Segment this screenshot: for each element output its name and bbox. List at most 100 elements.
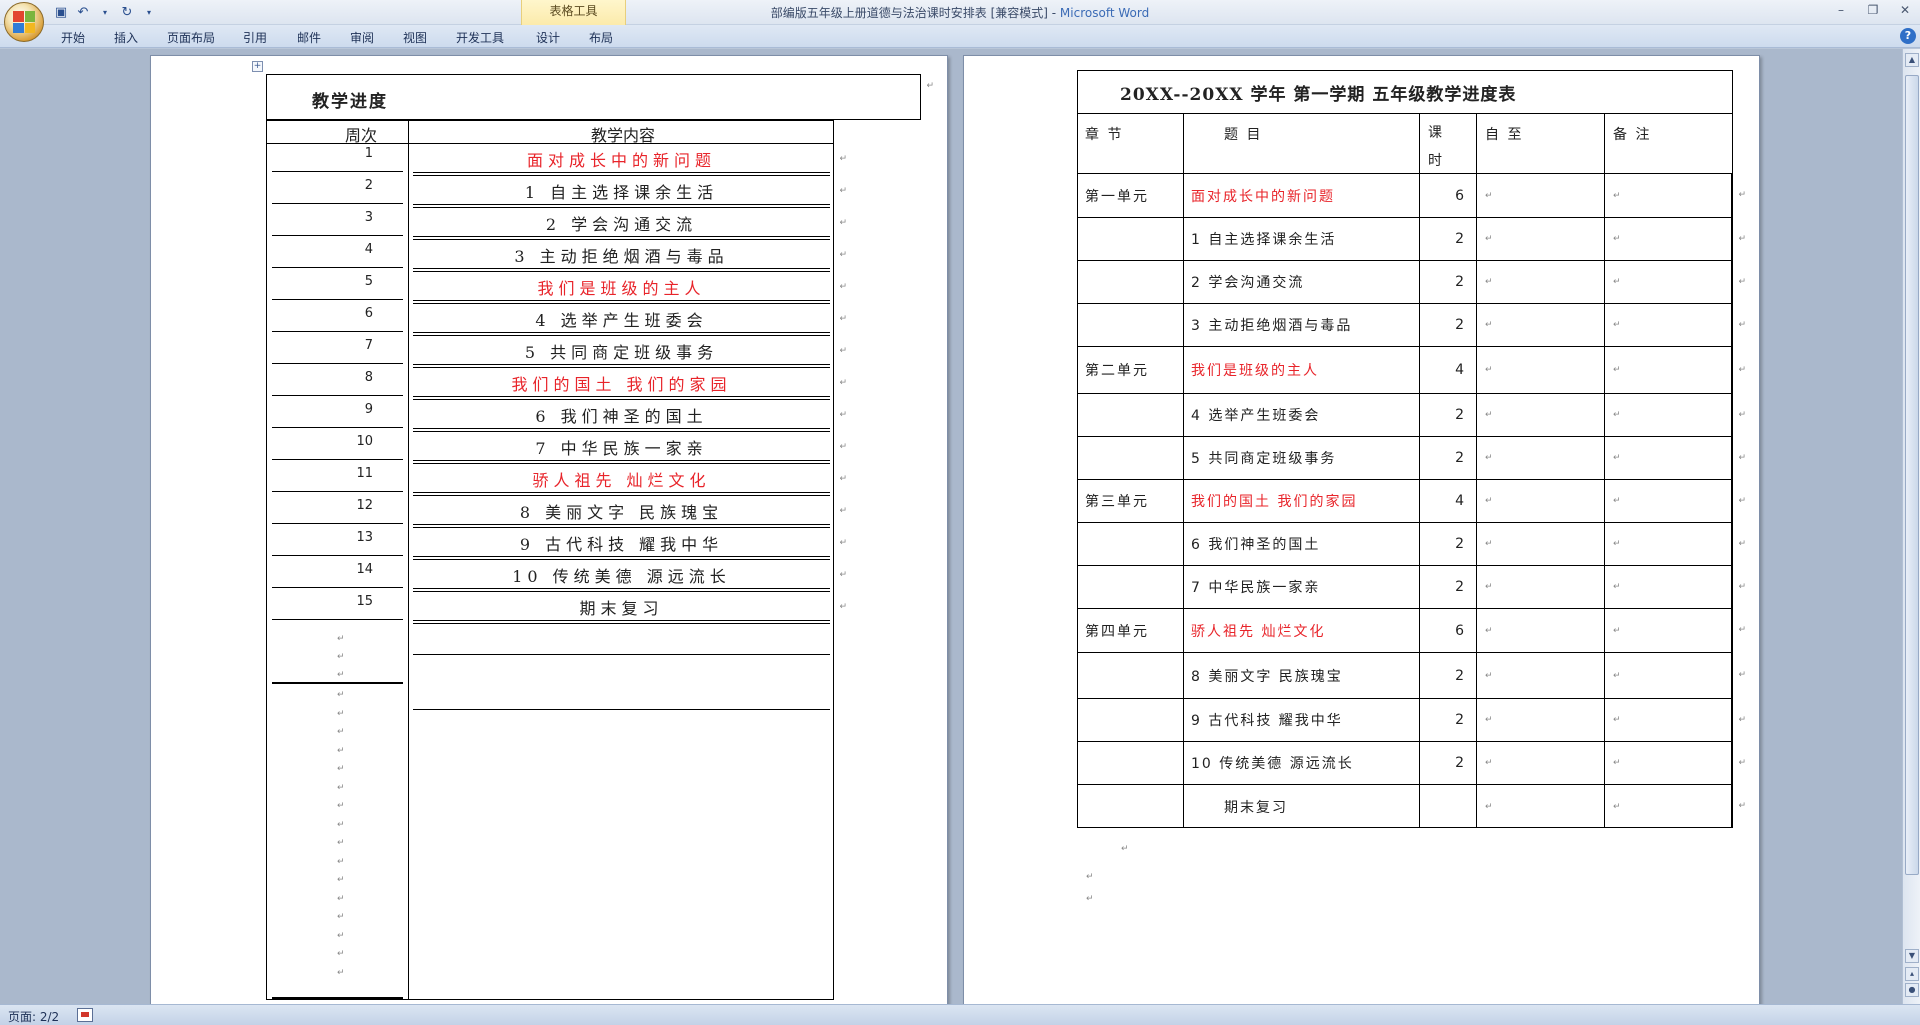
cell-underline [272, 331, 403, 332]
topic-cell: 8 美丽文字 民族瑰宝 [1184, 653, 1420, 698]
tab-insert[interactable]: 插入 [114, 29, 138, 46]
progress-table[interactable]: 20XX--20XX 学年 第一学期 五年级教学进度表 章 节 题 目 课 时 … [1077, 70, 1746, 828]
tab-page-layout[interactable]: 页面布局 [167, 29, 215, 46]
topic-label: 1 自主选择课余生活 [1191, 232, 1337, 248]
cell-underline [272, 997, 403, 999]
vertical-scrollbar[interactable]: ▲ ▼ ▴ ● [1902, 49, 1920, 1004]
notes-cell: ↵ [1605, 566, 1732, 608]
topic-cell: 我们是班级的主人 [1184, 347, 1420, 393]
cell-underline [272, 682, 403, 684]
scroll-up-icon[interactable]: ▲ [1905, 53, 1919, 67]
office-button[interactable] [4, 2, 44, 42]
cell-underline [272, 619, 403, 620]
status-bar: 页面: 2/2 [0, 1004, 1920, 1025]
cell-underline [413, 556, 830, 557]
tab-home[interactable]: 开始 [61, 29, 85, 46]
end-of-row-mark: ↵ [1738, 496, 1746, 506]
table-row: 10 7 中华民族一家亲 ↵ [267, 432, 847, 464]
hours-value: 2 [1455, 579, 1466, 595]
end-of-row-mark: ↵ [839, 378, 847, 388]
tab-review[interactable]: 审阅 [350, 29, 374, 46]
cell-underline [413, 332, 830, 333]
proofing-status-icon[interactable] [77, 1008, 93, 1022]
hours-cell: 2 [1420, 304, 1477, 346]
week-number: 14 [356, 562, 373, 577]
cell-underline [413, 623, 830, 624]
cell-underline [413, 588, 830, 589]
paragraph-mark: ↵ [1485, 715, 1495, 725]
end-of-row-mark: ↵ [1738, 365, 1746, 375]
table-row: 9 古代科技 耀我中华 2 ↵ ↵ ↵ [1078, 699, 1746, 742]
chapter-cell: 第三单元 [1078, 480, 1184, 522]
hours-value: 2 [1455, 274, 1466, 290]
cell-underline [413, 364, 830, 365]
topic-label: 5 共同商定班级事务 [1191, 451, 1337, 467]
minimize-icon[interactable]: – [1832, 2, 1850, 18]
cell-underline [413, 300, 830, 301]
week-number: 8 [364, 370, 373, 385]
tab-layout[interactable]: 布局 [589, 29, 613, 46]
end-of-row-mark: ↵ [839, 314, 847, 324]
table-row: 14 10 传统美德 源远流长 ↵ [267, 560, 847, 592]
table-row: 1 面对成长中的新问题 ↵ [267, 144, 847, 176]
paragraph-mark: ↵ [1485, 365, 1495, 375]
chapter-cell [1078, 218, 1184, 260]
table-row: 4 选举产生班委会 2 ↵ ↵ ↵ [1078, 394, 1746, 437]
topic-label: 期末复习 [1224, 799, 1288, 816]
help-icon[interactable]: ? [1900, 28, 1916, 44]
tab-references[interactable]: 引用 [243, 29, 267, 46]
previous-page-icon[interactable]: ▴ [1905, 967, 1919, 981]
from-to-cell: ↵ [1477, 174, 1605, 217]
end-of-row-mark: ↵ [1738, 190, 1746, 200]
paragraph-mark: ↵ [337, 708, 345, 719]
week-number: 7 [364, 338, 373, 353]
hours-value: 6 [1455, 622, 1466, 639]
lesson-title: 面对成长中的新问题 [526, 151, 716, 170]
tab-mailings[interactable]: 邮件 [297, 29, 321, 46]
cell-underline [413, 620, 830, 621]
end-of-row-mark: ↵ [839, 346, 847, 356]
paragraph-mark: ↵ [1121, 844, 1129, 854]
notes-cell: ↵ [1605, 653, 1732, 698]
window-title: 部编版五年级上册道德与法治课时安排表 [兼容模式] - Microsoft Wo… [0, 4, 1920, 21]
schedule-table[interactable]: 周次 教学内容 1 面对成长中的新问题 ↵ 2 1 自主选择课余生活 ↵ 3 2 学会沟通交流… [266, 120, 847, 1000]
week-number: 10 [356, 434, 373, 449]
table-row: 1 自主选择课余生活 2 ↵ ↵ ↵ [1078, 218, 1746, 261]
paragraph-mark: ↵ [1613, 453, 1623, 463]
notes-cell: ↵ [1605, 742, 1732, 784]
end-of-row-mark: ↵ [839, 506, 847, 516]
close-icon[interactable]: ✕ [1896, 2, 1914, 18]
tab-developer[interactable]: 开发工具 [456, 29, 504, 46]
paragraph-mark: ↵ [1613, 277, 1623, 287]
paragraph-mark: ↵ [1613, 582, 1623, 592]
chapter-cell: 第一单元 [1078, 174, 1184, 217]
browse-object-icon[interactable]: ● [1905, 983, 1919, 997]
header-cell: 章 节 [1078, 114, 1184, 173]
paragraph-mark: ↵ [337, 652, 345, 662]
end-of-row-mark: ↵ [839, 218, 847, 228]
table-move-handle-icon[interactable]: + [252, 61, 263, 72]
chapter-cell [1078, 653, 1184, 698]
page-indicator[interactable]: 页面: 2/2 [8, 1008, 59, 1025]
topic-cell: 期末复习 [1184, 785, 1420, 828]
end-of-row-mark: ↵ [1738, 234, 1746, 244]
scroll-down-icon[interactable]: ▼ [1905, 949, 1919, 963]
scroll-thumb[interactable] [1905, 75, 1919, 875]
hours-value: 2 [1455, 536, 1466, 552]
hours-value: 2 [1455, 667, 1466, 684]
hours-value: 2 [1455, 712, 1466, 728]
end-of-row-mark: ↵ [1738, 320, 1746, 330]
paragraph-mark: ↵ [337, 782, 345, 793]
page-2: 20XX--20XX 学年 第一学期 五年级教学进度表 章 节 题 目 课 时 … [963, 55, 1760, 1004]
topic-label: 10 传统美德 源远流长 [1191, 756, 1354, 772]
tab-view[interactable]: 视图 [403, 29, 427, 46]
restore-icon[interactable]: ❐ [1864, 2, 1882, 18]
hours-value: 4 [1455, 362, 1466, 378]
cell-underline [413, 492, 830, 493]
paragraph-mark: ↵ [1485, 234, 1495, 244]
tab-design[interactable]: 设计 [536, 29, 560, 46]
cell-underline [413, 172, 830, 173]
end-of-row-mark: ↵ [839, 538, 847, 548]
cell-underline [413, 236, 830, 237]
paragraph-mark: ↵ [337, 819, 345, 830]
